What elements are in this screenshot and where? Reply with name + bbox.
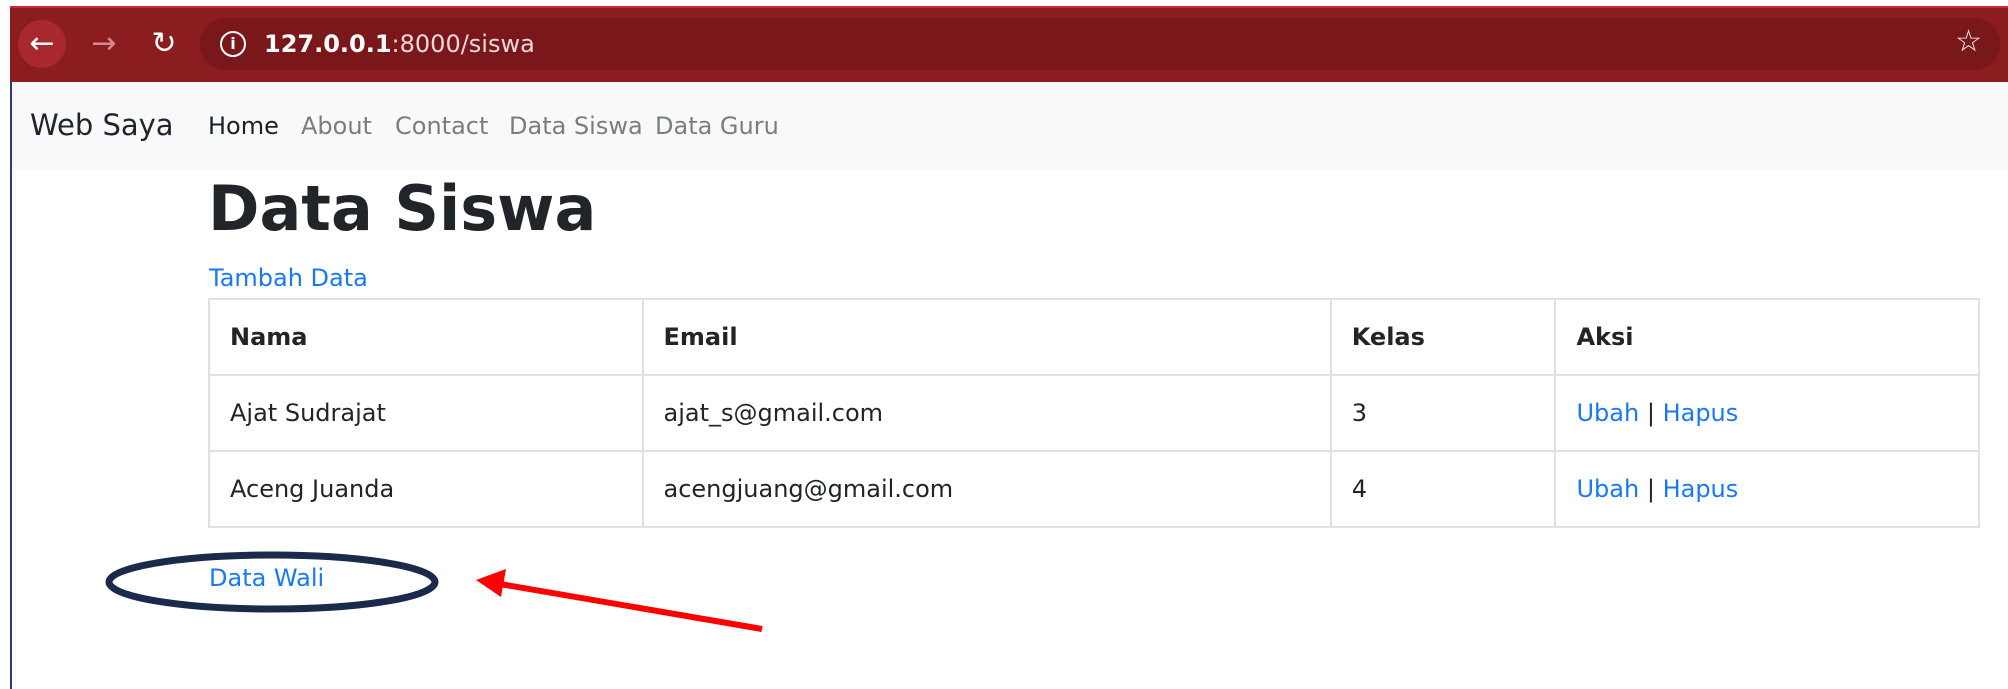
annotation-arrow-head	[476, 569, 506, 597]
annotation-ellipse	[105, 551, 439, 613]
annotation-arrow-shaft	[499, 581, 763, 632]
annotation-overlay	[105, 551, 763, 632]
